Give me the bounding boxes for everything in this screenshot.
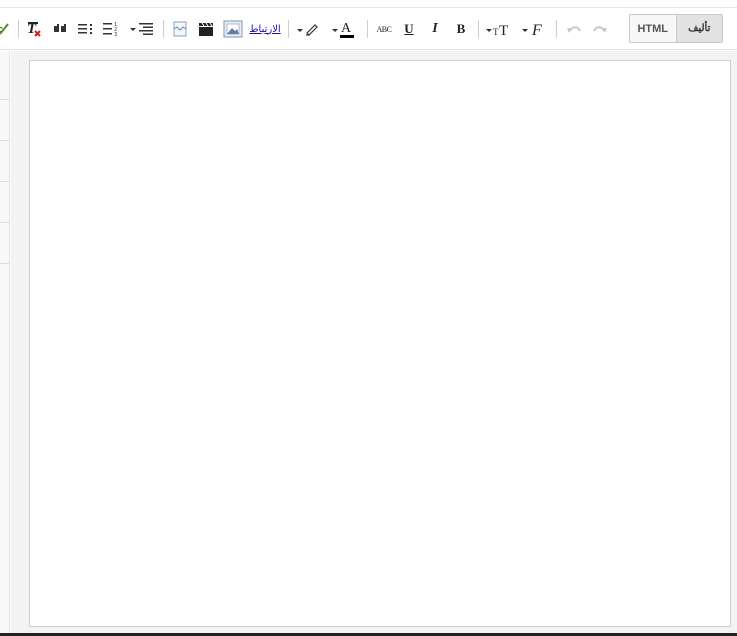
editor-toolbar: c T 123 الارتباط A ABC U I B T T F HTML … [0, 8, 737, 50]
bulleted-list-button[interactable] [75, 8, 95, 50]
undo-button[interactable] [564, 8, 584, 50]
quote-icon [54, 24, 66, 32]
clapperboard-icon [199, 22, 213, 36]
text-color-icon: A [332, 21, 354, 38]
toolbar-separator [556, 20, 557, 38]
compose-mode-button[interactable]: تأليف [676, 15, 722, 42]
spellcheck-button[interactable]: ABC [373, 8, 395, 50]
alignment-dropdown[interactable] [127, 8, 155, 50]
spellcheck-label: ABC [376, 24, 392, 34]
underline-label: U [404, 21, 414, 36]
sidebar-divider [0, 140, 10, 141]
remove-formatting-icon: T [27, 21, 41, 37]
italic-label: I [432, 21, 438, 36]
highlighter-icon [297, 24, 318, 36]
numbered-list-button[interactable]: 123 [100, 8, 120, 50]
bold-button[interactable]: B [451, 8, 471, 50]
toolbar-separator [18, 20, 19, 38]
sidebar-divider [0, 99, 10, 100]
insert-image-button[interactable] [222, 8, 244, 50]
font-size-dropdown[interactable]: T T [484, 8, 512, 50]
svg-text:3: 3 [114, 32, 117, 37]
bold-label: B [456, 21, 466, 36]
toolbar-separator [478, 20, 479, 38]
page-break-icon [173, 21, 187, 37]
svg-text:T: T [499, 23, 508, 38]
image-icon [223, 20, 243, 38]
font-family-dropdown[interactable]: F [520, 8, 548, 50]
italic-button[interactable]: I [425, 8, 445, 50]
toolbar-separator [163, 20, 164, 38]
font-size-icon: T T [486, 23, 508, 38]
left-sidebar-edge [0, 51, 10, 633]
align-right-icon [130, 23, 153, 35]
redo-icon [593, 26, 607, 33]
sidebar-divider [0, 222, 10, 223]
editor-mode-switch: HTML تأليف [629, 14, 723, 43]
svg-text:F: F [531, 22, 542, 38]
svg-text:A: A [341, 21, 352, 36]
top-strip [0, 0, 737, 8]
sidebar-divider [0, 181, 10, 182]
toolbar-separator [288, 20, 289, 38]
html-mode-button[interactable]: HTML [630, 15, 677, 42]
remove-formatting-button[interactable]: T [24, 8, 44, 50]
redo-button[interactable] [590, 8, 610, 50]
insert-video-button[interactable] [196, 8, 216, 50]
font-family-icon: F [522, 22, 542, 38]
link-label: الارتباط [249, 23, 281, 35]
sidebar-divider [0, 263, 10, 264]
text-color-dropdown[interactable]: A [330, 8, 358, 50]
bulleted-list-icon [78, 24, 92, 34]
toolbar-separator [367, 20, 368, 38]
jump-break-button[interactable] [170, 8, 190, 50]
insert-link-button[interactable]: الارتباط [248, 8, 282, 50]
blockquote-button[interactable] [50, 8, 70, 50]
highlight-color-dropdown[interactable] [294, 8, 320, 50]
strikethrough-icon[interactable]: c [0, 8, 12, 50]
underline-button[interactable]: U [399, 8, 419, 50]
post-body-editor[interactable] [29, 60, 731, 627]
numbered-list-icon: 123 [103, 22, 117, 37]
undo-icon [567, 26, 581, 33]
